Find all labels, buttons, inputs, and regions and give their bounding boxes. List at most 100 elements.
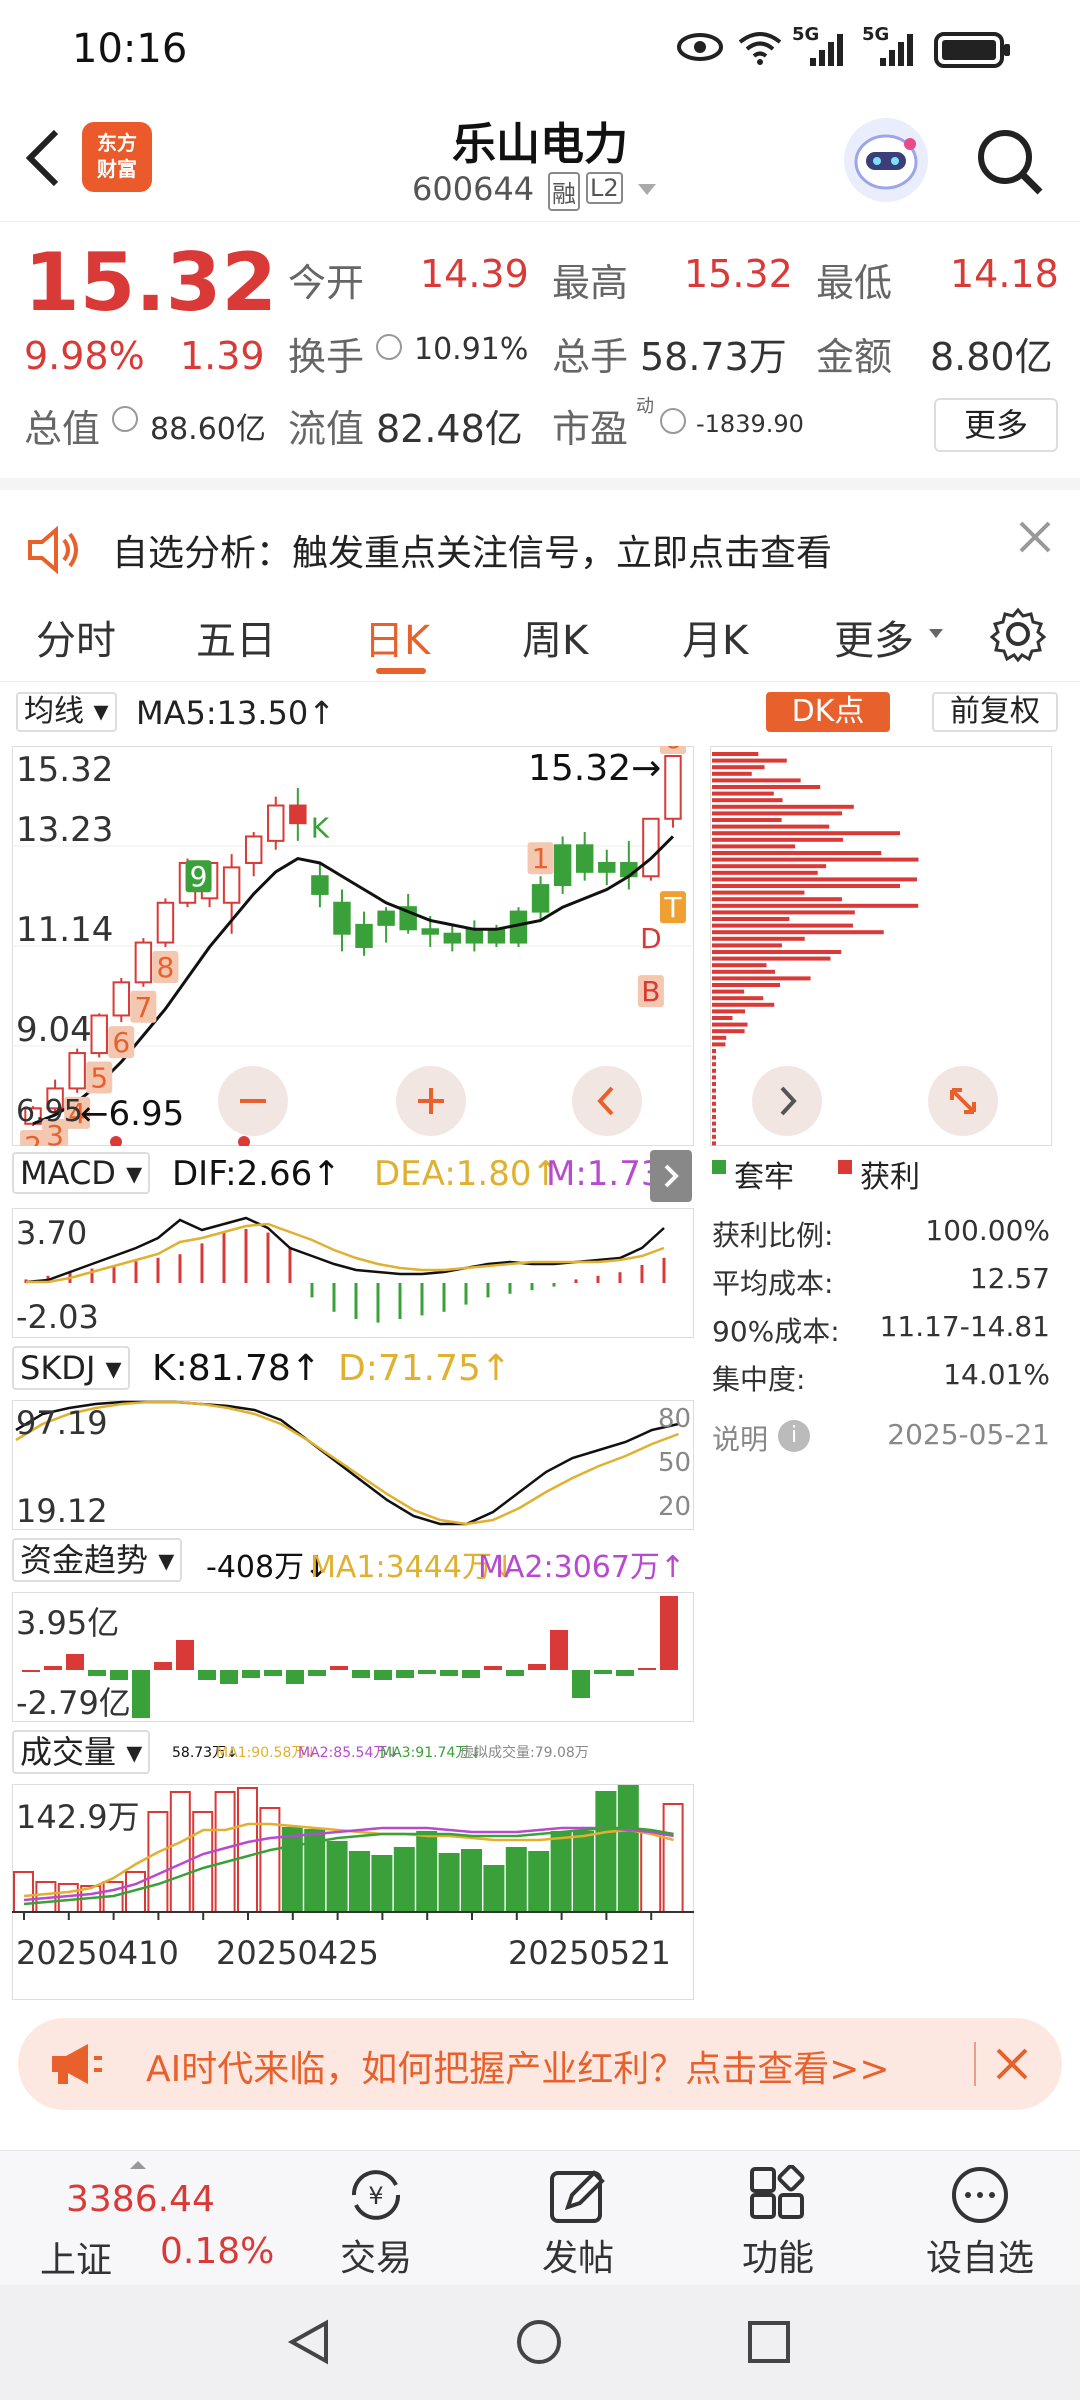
chip-explain-link[interactable]: 说明 [712, 1418, 768, 1458]
chip-bar [712, 963, 767, 968]
search-icon[interactable] [974, 126, 1046, 198]
float-label: 流值 [288, 407, 365, 451]
chip-bar [712, 969, 776, 974]
amount-label: 金额 [816, 335, 893, 379]
banner-divider [974, 2042, 976, 2086]
panel-arrow-button[interactable] [650, 1150, 692, 1202]
nav-post[interactable]: 发帖 [508, 2151, 648, 2281]
fund-bar [528, 1664, 546, 1670]
candle-body [311, 875, 329, 895]
pe-dynamic-sup: 动 [636, 396, 654, 417]
macd-dea: DEA:1.80↑ [374, 1154, 560, 1194]
adjust-mode-button[interactable]: 前复权 [932, 692, 1058, 732]
date-tick: 20250410 [16, 1934, 179, 1972]
fund-trend-select[interactable]: 资金趋势 ▾ [12, 1538, 183, 1582]
nav-add-watch[interactable]: 设自选 [910, 2151, 1050, 2281]
info-icon[interactable] [112, 406, 138, 432]
signal-icon-1 [810, 34, 843, 66]
chip-bar [712, 1088, 716, 1093]
fund-bar [264, 1670, 282, 1676]
notice-text: 自选分析：触发重点关注信号，立即点击查看 [112, 533, 833, 574]
tab-five-day[interactable]: 五日 [196, 608, 276, 666]
fund-bar [638, 1668, 656, 1670]
macd-select[interactable]: MACD ▾ [12, 1152, 151, 1194]
chip-bar [712, 804, 854, 809]
signal-marker: D [640, 922, 662, 955]
scroll-left-button[interactable] [572, 1066, 642, 1136]
chip-bar [712, 870, 818, 875]
candle-body [134, 941, 153, 984]
info-icon[interactable] [660, 408, 686, 434]
level2-tag: L2 [586, 172, 623, 204]
fund-bar [660, 1596, 678, 1670]
chip-stat-value: 12.57 [969, 1262, 1050, 1295]
chip-bar [712, 884, 900, 888]
expand-icon[interactable] [928, 1066, 998, 1136]
kline-chart-area: 均线 ▾ MA5:13.50↑ DK点 前复权 23456789K123456T… [0, 684, 1080, 2004]
chip-bar [712, 1016, 733, 1020]
candle-body [465, 928, 484, 944]
assistant-avatar[interactable] [844, 118, 928, 202]
signal-marker: 6 [664, 746, 682, 755]
grid-icon [750, 2164, 805, 2219]
info-icon[interactable]: i [778, 1420, 810, 1452]
nav-function[interactable]: 功能 [708, 2151, 848, 2281]
gear-icon[interactable] [990, 606, 1046, 662]
chip-stat-label: 集中度: [712, 1363, 806, 1396]
info-icon[interactable] [376, 334, 402, 360]
skdj-top-tick: 97.19 [16, 1404, 108, 1442]
ma-select[interactable]: 均线 ▾ [16, 692, 117, 732]
index-percent[interactable]: 0.18% [160, 2231, 274, 2272]
skdj-select[interactable]: SKDJ ▾ [12, 1346, 130, 1390]
nav-post-label: 发帖 [541, 2238, 614, 2279]
more-quote-button[interactable]: 更多 [934, 398, 1058, 452]
candle-body [333, 901, 351, 935]
edit-icon [550, 2170, 605, 2223]
fund-bar [418, 1670, 436, 1674]
tab-more[interactable]: 更多 [834, 608, 914, 666]
tab-monthly-k[interactable]: 月K [682, 608, 748, 666]
fund-bar [44, 1666, 62, 1670]
zoom-out-button[interactable] [218, 1066, 288, 1136]
signal-marker: 5 [90, 1061, 108, 1094]
home-circle-icon[interactable] [514, 2317, 564, 2367]
close-icon[interactable] [1018, 520, 1052, 554]
chip-bar [712, 1068, 716, 1073]
volume-bar [13, 1871, 34, 1913]
chip-bar [712, 851, 882, 855]
tab-daily-k[interactable]: 日K [364, 608, 430, 666]
volume-select[interactable]: 成交量 ▾ [12, 1730, 151, 1774]
scroll-right-button[interactable] [752, 1066, 822, 1136]
notice-bar[interactable]: 自选分析：触发重点关注信号，立即点击查看 [0, 478, 1080, 584]
index-name[interactable]: 上证 [40, 2231, 112, 2283]
nav-trade[interactable]: ¥ 交易 [306, 2151, 446, 2281]
chip-bar [712, 864, 827, 869]
ai-promo-banner[interactable]: AI时代来临，如何把握产业红利？点击查看>> [18, 2018, 1062, 2110]
volume-bar [147, 1811, 169, 1913]
close-icon[interactable] [992, 2044, 1032, 2084]
index-value[interactable]: 3386.44 [66, 2179, 215, 2220]
change-amount: 1.39 [180, 334, 265, 378]
candle-body [355, 923, 373, 948]
event-dot [238, 1136, 250, 1146]
tab-intraday[interactable]: 分时 [36, 608, 116, 666]
ai-banner-text: AI时代来临，如何把握产业红利？点击查看>> [146, 2049, 890, 2090]
back-triangle-icon[interactable] [284, 2317, 334, 2367]
tab-weekly-k[interactable]: 周K [522, 608, 588, 666]
skdj-k: K:81.78↑ [152, 1348, 321, 1389]
low-label: 最低 [816, 261, 893, 305]
signal-marker: B [641, 975, 660, 1008]
nav-add-watch-label: 设自选 [925, 2238, 1034, 2279]
chip-bar [712, 771, 752, 776]
profit-legend-swatch [838, 1160, 852, 1174]
megaphone-icon [52, 2044, 102, 2084]
candle-body [222, 866, 241, 904]
skdj-80: 80 [658, 1404, 692, 1434]
dropdown-icon[interactable] [636, 182, 658, 198]
recents-square-icon[interactable] [744, 2317, 794, 2367]
volume-virtual: 虚拟成交量:79.08万 [460, 1745, 589, 1761]
last-price: 15.32 [24, 236, 278, 329]
zoom-in-button[interactable] [396, 1066, 466, 1136]
dk-point-button[interactable]: DK点 [766, 692, 890, 732]
candle-body [68, 1052, 86, 1090]
